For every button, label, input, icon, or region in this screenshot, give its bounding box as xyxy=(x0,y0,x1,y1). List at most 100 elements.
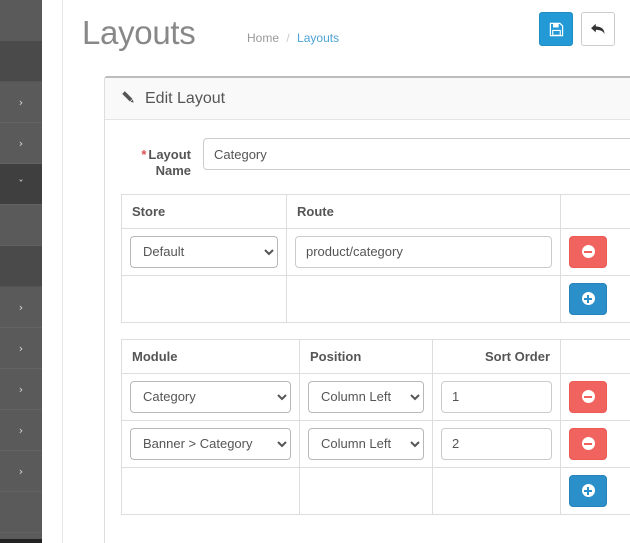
module-table-body: Category Column Left 1 Banner > Category… xyxy=(121,372,630,515)
panel-body: *Layout Name Store Route xyxy=(105,120,630,541)
header-button-group xyxy=(539,12,615,46)
back-button[interactable] xyxy=(581,12,615,46)
layout-name-input[interactable] xyxy=(203,138,630,170)
store-select[interactable]: Default xyxy=(130,235,278,268)
module-cell-sort-order xyxy=(432,419,561,468)
sidebar-item-sales[interactable] xyxy=(0,246,42,287)
position-select[interactable]: Column Left xyxy=(308,380,424,413)
chevron-down-icon: ˇ xyxy=(18,177,24,191)
minus-circle-icon xyxy=(581,437,595,450)
route-cell-route xyxy=(286,227,561,276)
module-cell-sort-order xyxy=(432,372,561,421)
module-add-spacer-2 xyxy=(299,466,433,515)
layout-name-label-text: Layout Name xyxy=(148,147,191,179)
add-route-button[interactable] xyxy=(569,282,607,315)
plus-circle-icon xyxy=(581,484,595,497)
table-row: Category Column Left xyxy=(121,372,630,421)
chevron-right-icon: › xyxy=(18,423,24,437)
route-table-head: Store Route xyxy=(121,193,630,229)
sidebar-item-help[interactable]: › xyxy=(0,451,42,492)
table-row: Banner > Category Column Left xyxy=(121,419,630,468)
layout-name-label: * Layout Name xyxy=(121,138,203,180)
sidebar-scrollbar[interactable] xyxy=(0,539,42,543)
route-input[interactable] xyxy=(295,235,552,268)
module-table-head: Module Position Sort Order xyxy=(121,338,630,374)
route-add-spacer-2 xyxy=(286,274,561,323)
module-cell-action xyxy=(560,372,630,421)
module-cell-module: Banner > Category xyxy=(121,419,300,468)
route-cell-action xyxy=(560,227,630,276)
chevron-right-icon: › xyxy=(18,95,24,109)
sidebar-item-customers[interactable]: › xyxy=(0,287,42,328)
table-row-add xyxy=(121,274,630,323)
sidebar-item-profile-area[interactable] xyxy=(0,41,42,82)
chevron-right-icon: › xyxy=(18,382,24,396)
sidebar-item-extensions[interactable]: ˇ xyxy=(0,164,42,205)
page-title: Layouts xyxy=(82,14,196,51)
position-select[interactable]: Column Left xyxy=(308,427,424,460)
plus-circle-icon xyxy=(581,292,595,305)
sidebar: › › ˇ › › › › › xyxy=(0,0,42,543)
module-cell-position: Column Left xyxy=(299,372,433,421)
route-table-header-row: Store Route xyxy=(121,193,630,229)
required-marker: * xyxy=(141,147,147,162)
sort-order-input[interactable] xyxy=(441,427,552,460)
module-cell-action xyxy=(560,419,630,468)
module-cell-position: Column Left xyxy=(299,419,433,468)
module-cell-module: Category xyxy=(121,372,300,421)
breadcrumb-current[interactable]: Layouts xyxy=(297,31,339,45)
main-content: Layouts Home / Layouts Edit Layout * Lay… xyxy=(42,0,630,543)
sidebar-item-logo-area[interactable] xyxy=(0,0,42,41)
module-header-sort-order: Sort Order xyxy=(432,338,561,374)
module-table-header-row: Module Position Sort Order xyxy=(121,338,630,374)
sidebar-item-catalog[interactable]: › xyxy=(0,123,42,164)
pencil-glyph xyxy=(122,91,134,103)
breadcrumb-separator: / xyxy=(286,31,290,45)
reply-arrow-icon xyxy=(591,23,605,34)
route-header-store: Store xyxy=(121,193,287,229)
module-table: Module Position Sort Order Category Colu… xyxy=(121,338,630,515)
sidebar-item-design[interactable] xyxy=(0,205,42,246)
sidebar-item-system[interactable]: › xyxy=(0,369,42,410)
remove-module-button[interactable] xyxy=(569,427,607,460)
layout-name-control xyxy=(203,138,630,170)
table-row: Default xyxy=(121,227,630,276)
layout-name-form-group: * Layout Name xyxy=(121,138,630,180)
save-button[interactable] xyxy=(539,12,573,46)
sidebar-item-dashboard[interactable]: › xyxy=(0,82,42,123)
route-header-action xyxy=(560,193,630,229)
module-select[interactable]: Banner > Category xyxy=(130,427,291,460)
route-add-spacer-1 xyxy=(121,274,287,323)
floppy-save-icon xyxy=(549,22,563,36)
minus-circle-icon xyxy=(581,245,595,258)
module-add-spacer-1 xyxy=(121,466,300,515)
sidebar-item-marketing[interactable]: › xyxy=(0,328,42,369)
module-header-position: Position xyxy=(299,338,433,374)
chevron-right-icon: › xyxy=(18,341,24,355)
remove-route-button[interactable] xyxy=(569,235,607,268)
module-add-spacer-3 xyxy=(432,466,561,515)
sidebar-item-extra[interactable] xyxy=(0,492,42,533)
route-cell-store: Default xyxy=(121,227,287,276)
panel-heading: Edit Layout xyxy=(105,78,630,120)
remove-module-button[interactable] xyxy=(569,380,607,413)
breadcrumb: Home / Layouts xyxy=(247,31,339,45)
route-table-body: Default xyxy=(121,227,630,323)
route-table: Store Route Default xyxy=(121,193,630,323)
chevron-right-icon: › xyxy=(18,136,24,150)
add-module-button[interactable] xyxy=(569,474,607,507)
breadcrumb-home[interactable]: Home xyxy=(247,31,279,45)
minus-circle-icon xyxy=(581,390,595,403)
sidebar-item-reports[interactable]: › xyxy=(0,410,42,451)
page-header: Layouts Home / Layouts xyxy=(62,0,630,66)
pencil-icon xyxy=(121,90,135,107)
route-header-route: Route xyxy=(286,193,561,229)
content-divider xyxy=(62,0,63,543)
module-select[interactable]: Category xyxy=(130,380,291,413)
chevron-right-icon: › xyxy=(18,300,24,314)
sort-order-input[interactable] xyxy=(441,380,552,413)
edit-layout-panel: Edit Layout * Layout Name Category Store… xyxy=(104,76,630,543)
module-cell-add xyxy=(560,466,630,515)
panel-title: Edit Layout xyxy=(145,89,226,107)
module-header-action xyxy=(560,338,630,374)
